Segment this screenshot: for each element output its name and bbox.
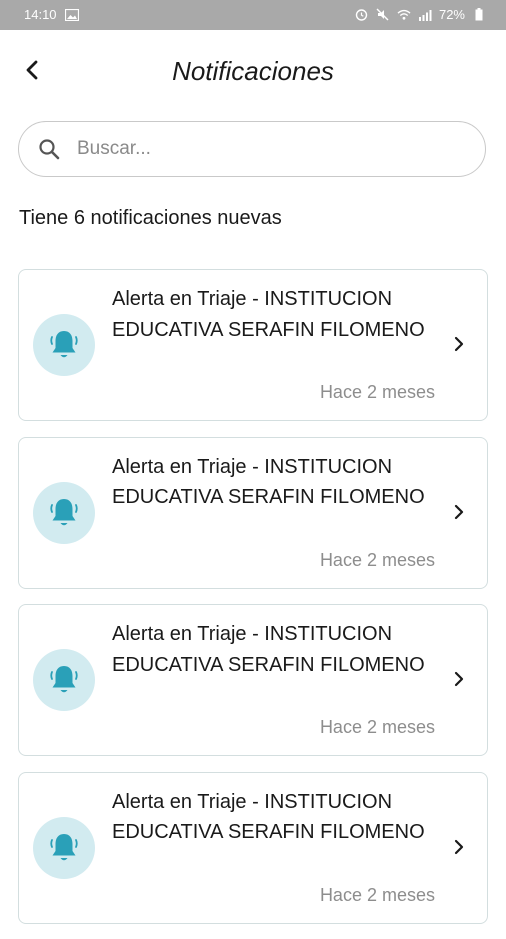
status-right: 72% — [355, 7, 486, 22]
notification-title: Alerta en Triaje - INSTITUCION EDUCATIVA… — [112, 790, 425, 844]
signal-icon — [418, 8, 432, 22]
notification-card[interactable]: Alerta en Triaje - INSTITUCION EDUCATIVA… — [18, 436, 488, 589]
chevron-right-icon — [449, 334, 469, 354]
bell-icon — [33, 314, 95, 376]
bell-icon — [33, 649, 95, 711]
notification-time: Hace 2 meses — [319, 549, 435, 570]
battery-icon — [472, 8, 486, 22]
chevron-right-icon — [449, 837, 469, 857]
notification-title: Alerta en Triaje - INSTITUCION EDUCATIVA… — [112, 455, 425, 509]
notification-card[interactable]: Alerta en Triaje - INSTITUCION EDUCATIVA… — [18, 269, 488, 421]
battery-percent: 72% — [438, 7, 465, 22]
chevron-right-icon — [449, 669, 469, 689]
alarm-icon — [355, 8, 369, 22]
page-title: Notificaciones — [172, 56, 334, 86]
notification-card[interactable]: Alerta en Triaje - INSTITUCION EDUCATIVA… — [18, 604, 488, 756]
status-left: 14:10 — [24, 7, 79, 22]
status-time: 14:10 — [24, 7, 57, 22]
notification-list: Alerta en Triaje - INSTITUCION EDUCATIVA… — [18, 269, 488, 939]
notification-card[interactable]: Alerta en Triaje - INSTITUCION EDUCATIVA… — [18, 771, 488, 924]
search-bar[interactable] — [18, 121, 486, 177]
notification-title: Alerta en Triaje - INSTITUCION EDUCATIVA… — [112, 623, 425, 676]
notification-title: Alerta en Triaje - INSTITUCION EDUCATIVA… — [112, 288, 425, 341]
status-bar: 14:10 72% — [0, 0, 506, 30]
chevron-right-icon — [449, 502, 469, 522]
mute-icon — [376, 8, 390, 22]
bell-icon — [33, 481, 95, 544]
gallery-icon — [64, 8, 79, 22]
notification-time: Hace 2 meses — [319, 717, 435, 737]
header: Notificaciones — [0, 30, 506, 116]
bell-icon — [33, 816, 95, 879]
search-icon — [37, 137, 61, 161]
search-input[interactable] — [75, 137, 439, 161]
notification-time: Hace 2 meses — [319, 382, 435, 402]
wifi-icon — [397, 8, 411, 22]
notification-count-text: Tiene 6 notificaciones nuevas — [19, 207, 282, 229]
notification-time: Hace 2 meses — [319, 884, 435, 905]
